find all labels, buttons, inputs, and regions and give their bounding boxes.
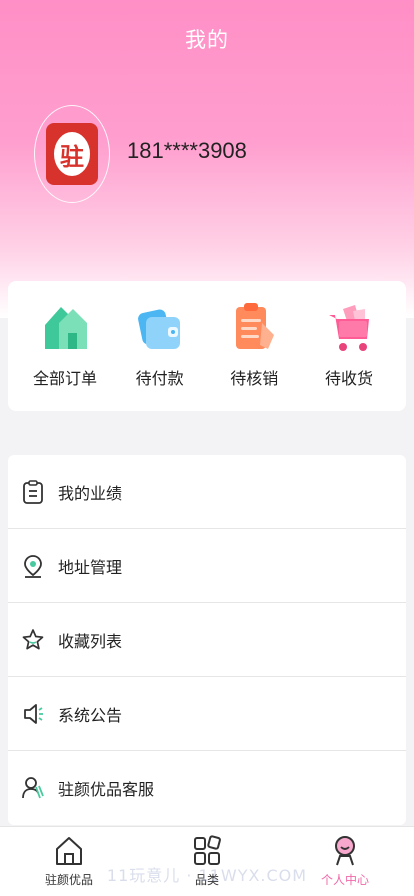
order-pending-payment-label: 待付款	[135, 369, 184, 388]
order-all-label: 全部订单	[32, 369, 97, 388]
speaker-icon	[24, 703, 43, 724]
avatar[interactable]: 驻	[34, 105, 110, 203]
page-title: 我的	[185, 28, 229, 52]
menu-item-favorites-label: 收藏列表	[58, 631, 123, 651]
order-all[interactable]: 全部订单	[20, 301, 110, 411]
star-icon	[22, 628, 44, 649]
menu-item-performance[interactable]: 我的业绩	[8, 455, 406, 529]
avatar-logo: 驻	[46, 123, 98, 185]
category-grid-icon	[194, 835, 221, 865]
order-shortcuts: 全部订单 待付款 待核销 待收货	[8, 281, 406, 411]
clipboard-list-icon	[23, 479, 43, 504]
user-phone: 181****3908	[127, 138, 247, 163]
menu-item-announcements[interactable]: 系统公告	[8, 677, 406, 751]
menu-item-favorites[interactable]: 收藏列表	[8, 603, 406, 677]
tab-home-label: 驻颜优品	[44, 873, 93, 887]
menu-item-address[interactable]: 地址管理	[8, 529, 406, 603]
tab-category-label: 品类	[194, 873, 219, 887]
house-icon	[45, 307, 87, 349]
order-pending-redeem[interactable]: 待核销	[209, 301, 299, 411]
tab-profile-label: 个人中心	[320, 873, 369, 887]
tab-profile[interactable]: 个人中心	[285, 827, 405, 896]
avatar-logo-text: 驻	[54, 132, 90, 176]
menu-item-customer-service-label: 驻颜优品客服	[58, 780, 155, 799]
order-pending-receipt-label: 待收货	[324, 369, 373, 388]
order-pending-receipt[interactable]: 待收货	[304, 301, 394, 411]
clipboard-icon	[236, 303, 275, 349]
wallet-icon	[137, 309, 180, 349]
order-pending-redeem-label: 待核销	[230, 369, 279, 388]
customer-service-icon	[22, 777, 44, 799]
menu-item-announcements-label: 系统公告	[58, 705, 123, 725]
menu-list: 我的业绩 地址管理 收藏列表 系统公告 驻颜优品客服	[8, 455, 406, 825]
menu-item-customer-service[interactable]: 驻颜优品客服	[8, 751, 406, 825]
tab-home[interactable]: 驻颜优品	[9, 827, 129, 896]
bottom-tab-bar: 驻颜优品 品类 个人中心	[0, 826, 414, 896]
order-pending-payment[interactable]: 待付款	[115, 301, 205, 411]
menu-item-address-label: 地址管理	[58, 557, 123, 577]
menu-item-performance-label: 我的业绩	[58, 483, 123, 503]
home-icon	[56, 837, 82, 865]
location-pin-icon	[24, 554, 42, 578]
profile-icon	[335, 836, 355, 866]
cart-icon	[328, 305, 369, 351]
tab-category[interactable]: 品类	[147, 827, 267, 896]
